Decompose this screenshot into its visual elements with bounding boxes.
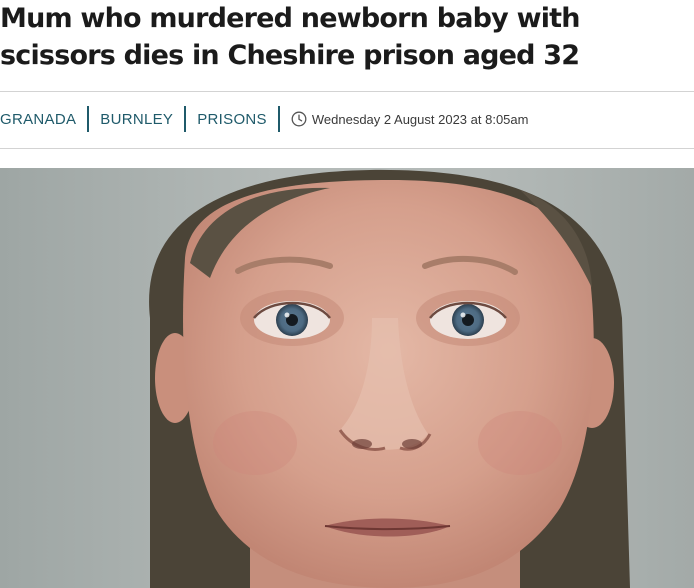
publish-date-text: Wednesday 2 August 2023 at 8:05am (311, 111, 529, 127)
clock-icon (291, 111, 307, 127)
tag-separator (277, 106, 280, 132)
tag-burnley[interactable]: BURNLEY (100, 111, 173, 128)
divider-bottom (0, 148, 694, 149)
article-headline: Mum who murdered newborn baby with sciss… (0, 3, 581, 71)
tag-separator (87, 106, 90, 132)
article-tags: GRANADA BURNLEY PRISONS Wednesday 2 Augu… (0, 106, 528, 132)
tag-prisons[interactable]: PRISONS (197, 111, 267, 128)
article-photo (0, 168, 694, 588)
divider-top (0, 91, 694, 92)
publish-date: Wednesday 2 August 2023 at 8:05am (291, 111, 529, 127)
tag-separator (184, 106, 187, 132)
tag-granada[interactable]: GRANADA (0, 111, 76, 128)
